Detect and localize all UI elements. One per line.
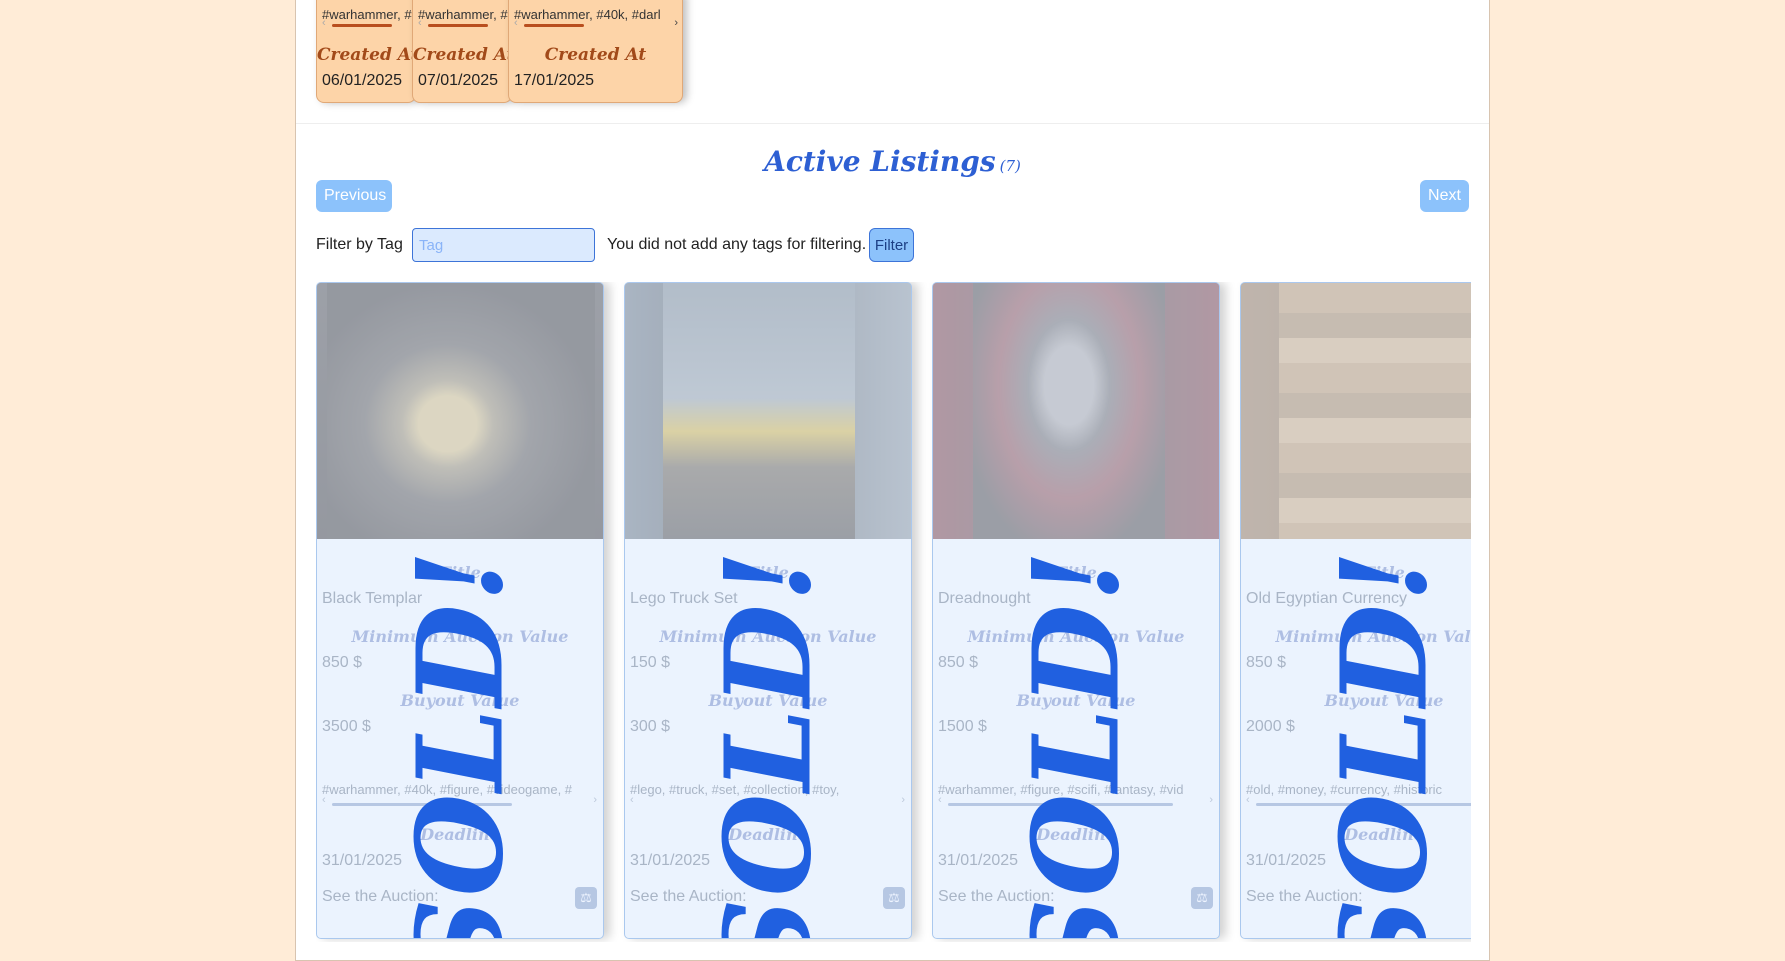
deadline-label: Deadline [420, 825, 500, 844]
recent-card[interactable]: #warhammer, #40k ‹ Created At 06/01/2025 [316, 0, 416, 103]
scroll-left-icon[interactable]: ‹ [1246, 794, 1250, 806]
filter-label: Filter by Tag [316, 236, 403, 253]
deadline-label: Deadline [1036, 825, 1116, 844]
listing-image [317, 283, 603, 539]
tags-label: Tags [1055, 755, 1097, 774]
scroll-right-icon[interactable]: › [1209, 794, 1213, 806]
tags-scrollbar[interactable] [948, 803, 1173, 806]
next-button[interactable]: Next [1420, 180, 1469, 212]
buyout-value: 2000 $ [1246, 718, 1295, 735]
tags-label: Tags [439, 755, 481, 774]
gavel-icon[interactable]: ⚖ [575, 887, 597, 909]
tags-scrollbar[interactable] [332, 24, 392, 27]
tags-scrollbar[interactable] [1256, 803, 1471, 806]
scroll-right-icon[interactable]: › [901, 794, 905, 806]
title-label: Title [747, 563, 789, 582]
buyout-label: Buyout Value [400, 691, 520, 710]
listing-title: Black Templar [322, 590, 423, 607]
min-value: 850 $ [322, 654, 363, 671]
filter-message: You did not add any tags for filtering. [607, 236, 867, 253]
listing-card[interactable]: Title Black Templar Minimum Auction Valu… [316, 282, 604, 939]
created-at-label: Created At [544, 45, 647, 65]
min-value-label: Minimum Auction Value [967, 627, 1185, 646]
scroll-left-icon: ‹ [418, 17, 422, 29]
see-auction-label: See the Auction: [630, 888, 747, 905]
listing-card[interactable]: Title Lego Truck Set Minimum Auction Val… [624, 282, 912, 939]
scroll-right-icon[interactable]: › [674, 17, 678, 29]
scroll-left-icon[interactable]: ‹ [938, 794, 942, 806]
created-at-date: 07/01/2025 [418, 72, 499, 89]
tags-scrollbar[interactable] [332, 803, 512, 806]
created-at-label: Created At [317, 45, 416, 65]
listing-card[interactable]: Title Old Egyptian Currency Minimum Auct… [1240, 282, 1471, 939]
listing-tags: #warhammer, #figure, #scifi, #fantasy, #… [938, 782, 1184, 797]
deadline-value: 31/01/2025 [630, 852, 711, 869]
section-title: Active Listings [764, 145, 996, 178]
filter-button[interactable]: Filter [869, 228, 914, 262]
created-at-date: 17/01/2025 [514, 72, 595, 89]
min-value: 850 $ [938, 654, 979, 671]
tags-label: Tags [1363, 755, 1405, 774]
listing-tags: #lego, #truck, #set, #collection, #toy, [630, 782, 840, 797]
listing-title: Lego Truck Set [630, 590, 738, 607]
listing-tags: #warhammer, #40k, #figure, #videogame, # [322, 782, 573, 797]
gavel-icon[interactable]: ⚖ [1191, 887, 1213, 909]
gavel-icon[interactable]: ⚖ [883, 887, 905, 909]
tags-label: Tags [747, 755, 789, 774]
previous-button[interactable]: Previous [316, 180, 392, 212]
listing-card[interactable]: Title Dreadnought Minimum Auction Value … [932, 282, 1220, 939]
buyout-value: 1500 $ [938, 718, 987, 735]
scroll-left-icon[interactable]: ‹ [322, 794, 326, 806]
see-auction-label: See the Auction: [1246, 888, 1363, 905]
listing-image [625, 283, 911, 539]
section-divider [296, 123, 1489, 124]
tags-scrollbar[interactable] [428, 24, 488, 27]
active-listings-heading: Active Listings (7) [296, 145, 1489, 178]
see-auction-label: See the Auction: [322, 888, 439, 905]
listing-title: Old Egyptian Currency [1246, 590, 1407, 607]
tag-filter-input[interactable] [412, 228, 595, 262]
deadline-value: 31/01/2025 [938, 852, 1019, 869]
min-value-label: Minimum Auction Value [659, 627, 877, 646]
created-at-date: 06/01/2025 [322, 72, 403, 89]
buyout-value: 3500 $ [322, 718, 371, 735]
title-label: Title [1055, 563, 1097, 582]
buyout-label: Buyout Value [1324, 691, 1444, 710]
scroll-left-icon: ‹ [322, 17, 326, 29]
title-label: Title [439, 563, 481, 582]
listing-tags: #old, #money, #currency, #historic [1246, 782, 1443, 797]
min-value-label: Minimum Auction Value [1275, 627, 1471, 646]
listing-image [933, 283, 1219, 539]
min-value: 150 $ [630, 654, 671, 671]
scroll-left-icon: ‹ [514, 17, 518, 29]
recent-card[interactable]: #warhammer, #40k ‹ Created At 07/01/2025 [412, 0, 512, 103]
deadline-value: 31/01/2025 [1246, 852, 1327, 869]
deadline-value: 31/01/2025 [322, 852, 403, 869]
scroll-right-icon[interactable]: › [593, 794, 597, 806]
listings-count: (7) [999, 157, 1021, 175]
recent-card-tags: #warhammer, #40k, #darl [514, 7, 661, 22]
listing-image [1241, 283, 1471, 539]
see-auction-label: See the Auction: [938, 888, 1055, 905]
deadline-label: Deadline [728, 825, 808, 844]
title-label: Title [1363, 563, 1405, 582]
buyout-value: 300 $ [630, 718, 671, 735]
scroll-left-icon[interactable]: ‹ [630, 794, 634, 806]
listing-title: Dreadnought [938, 590, 1031, 607]
recent-card-tags: #warhammer, #40k [322, 7, 415, 22]
tag-filter: Filter by Tag You did not add any tags f… [316, 228, 1016, 262]
deadline-label: Deadline [1344, 825, 1424, 844]
recent-card[interactable]: #warhammer, #40k, #darl ‹ › Created At 1… [508, 0, 683, 103]
buyout-label: Buyout Value [1016, 691, 1136, 710]
main-panel: #warhammer, #40k ‹ Created At 06/01/2025… [295, 0, 1490, 961]
recent-card-tags: #warhammer, #40k [418, 7, 511, 22]
created-at-label: Created At [413, 45, 512, 65]
tags-scrollbar[interactable] [524, 24, 584, 27]
listings-carousel: Title Black Templar Minimum Auction Valu… [316, 282, 1471, 942]
min-value: 850 $ [1246, 654, 1287, 671]
min-value-label: Minimum Auction Value [351, 627, 569, 646]
recent-listings-strip: #warhammer, #40k ‹ Created At 06/01/2025… [316, 0, 736, 104]
buyout-label: Buyout Value [708, 691, 828, 710]
